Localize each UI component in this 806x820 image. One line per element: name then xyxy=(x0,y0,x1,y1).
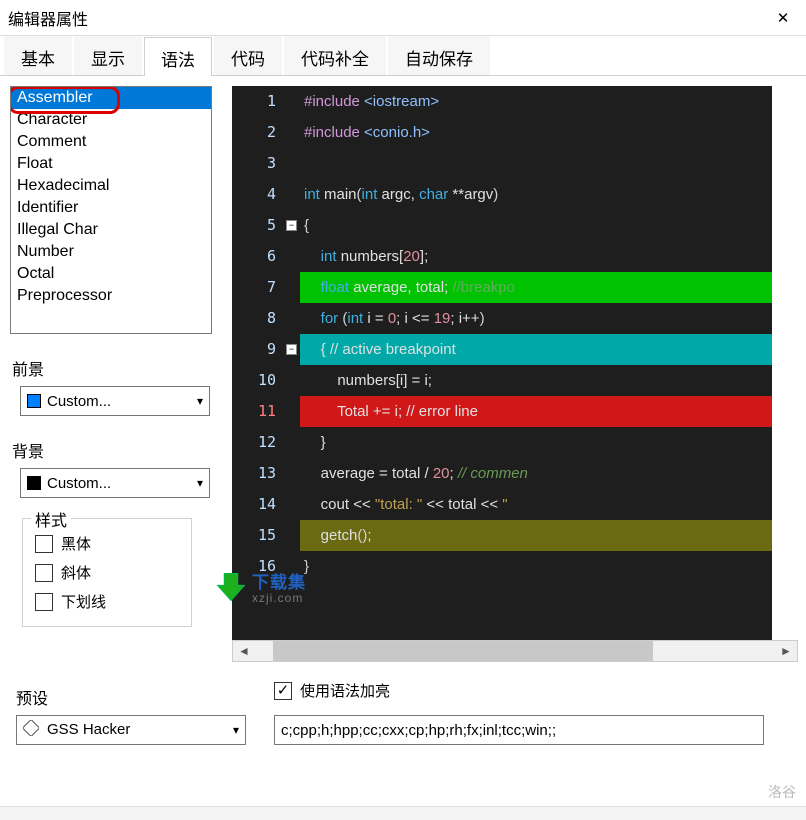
underline-label: 下划线 xyxy=(61,591,106,612)
background-label: 背景 xyxy=(12,438,220,462)
bold-label: 黑体 xyxy=(61,533,91,554)
underline-checkbox-row[interactable]: 下划线 xyxy=(35,587,179,616)
list-item[interactable]: Octal xyxy=(11,263,211,285)
scroll-track[interactable] xyxy=(255,641,775,661)
extensions-input[interactable] xyxy=(274,715,764,745)
scroll-thumb[interactable] xyxy=(273,641,653,661)
close-button[interactable]: ✕ xyxy=(760,0,806,36)
logo-text-line1: 下载集 xyxy=(252,568,306,593)
color-swatch xyxy=(27,476,41,490)
window-title: 编辑器属性 xyxy=(8,6,760,30)
watermark-text: 洛谷 xyxy=(768,782,796,802)
bold-checkbox-row[interactable]: 黑体 xyxy=(35,529,179,558)
tab-code[interactable]: 代码 xyxy=(214,36,282,75)
preset-combo[interactable]: GSS Hacker ▾ xyxy=(16,715,246,745)
syntax-highlight-checkbox-row[interactable]: 使用语法加亮 xyxy=(274,680,794,701)
italic-checkbox-row[interactable]: 斜体 xyxy=(35,558,179,587)
titlebar: 编辑器属性 ✕ xyxy=(0,0,806,36)
list-item[interactable]: Float xyxy=(11,153,211,175)
tab-basic[interactable]: 基本 xyxy=(4,36,72,75)
scroll-right-icon[interactable]: ► xyxy=(775,644,797,658)
list-item[interactable]: Hexadecimal xyxy=(11,175,211,197)
download-arrow-icon xyxy=(214,570,248,604)
checkbox-icon[interactable] xyxy=(274,682,292,700)
background-value: Custom... xyxy=(47,475,197,492)
chevron-down-icon: ▾ xyxy=(233,723,239,737)
preset-value: GSS Hacker xyxy=(47,721,225,738)
checkbox-icon[interactable] xyxy=(35,564,53,582)
list-item[interactable]: Identifier xyxy=(11,197,211,219)
preset-label: 预设 xyxy=(16,685,260,709)
style-group-title: 样式 xyxy=(31,507,71,531)
checkbox-icon[interactable] xyxy=(35,535,53,553)
checkbox-icon[interactable] xyxy=(35,593,53,611)
chevron-down-icon: ▾ xyxy=(197,476,203,490)
style-group: 样式 黑体 斜体 下划线 xyxy=(22,518,192,627)
tab-autosave[interactable]: 自动保存 xyxy=(388,36,490,75)
list-item[interactable]: Illegal Char xyxy=(11,219,211,241)
italic-label: 斜体 xyxy=(61,562,91,583)
foreground-value: Custom... xyxy=(47,393,197,410)
tabs-bar: 基本 显示 语法 代码 代码补全 自动保存 xyxy=(0,36,806,76)
tab-display[interactable]: 显示 xyxy=(74,36,142,75)
watermark-logo: 下载集 xzji.com xyxy=(214,568,306,605)
foreground-label: 前景 xyxy=(12,356,220,380)
list-item[interactable]: Character xyxy=(11,109,211,131)
list-item[interactable]: Comment xyxy=(11,131,211,153)
footer-bar xyxy=(0,806,806,820)
list-item[interactable]: Assembler xyxy=(11,87,211,109)
chevron-down-icon: ▾ xyxy=(197,394,203,408)
list-item[interactable]: Number xyxy=(11,241,211,263)
logo-text-line2: xzji.com xyxy=(252,591,306,605)
syntax-highlight-label: 使用语法加亮 xyxy=(300,680,390,701)
foreground-combo[interactable]: Custom... ▾ xyxy=(20,386,210,416)
tab-completion[interactable]: 代码补全 xyxy=(284,36,386,75)
horizontal-scrollbar[interactable]: ◄ ► xyxy=(232,640,798,662)
color-swatch xyxy=(27,394,41,408)
syntax-listbox[interactable]: Assembler Character Comment Float Hexade… xyxy=(10,86,212,334)
preset-icon xyxy=(23,720,39,740)
tab-syntax[interactable]: 语法 xyxy=(144,37,212,76)
list-item[interactable]: Preprocessor xyxy=(11,285,211,307)
background-combo[interactable]: Custom... ▾ xyxy=(20,468,210,498)
scroll-left-icon[interactable]: ◄ xyxy=(233,644,255,658)
code-preview: 1#include <iostream>2#include <conio.h>3… xyxy=(232,86,772,640)
close-icon: ✕ xyxy=(777,9,790,27)
